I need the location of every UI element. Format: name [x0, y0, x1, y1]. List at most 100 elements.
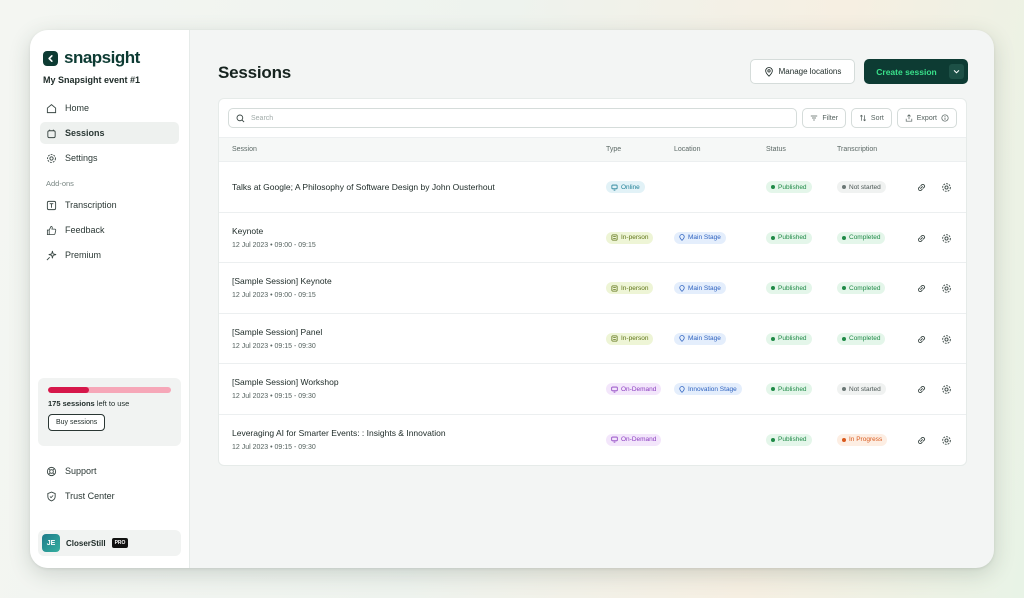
transcription-label: Not started [849, 385, 881, 393]
session-type-badge: In-person [606, 282, 654, 295]
status-label: Published [778, 234, 807, 242]
session-title[interactable]: [Sample Session] Keynote [232, 276, 332, 286]
filter-button[interactable]: Filter [802, 108, 846, 128]
export-label: Export [916, 114, 937, 122]
link-icon[interactable] [916, 334, 927, 345]
transcription-label: Completed [849, 234, 881, 242]
export-icon [905, 114, 912, 122]
chevron-down-icon[interactable] [949, 64, 964, 79]
event-name[interactable]: My Snapsight event #1 [43, 75, 179, 85]
status-badge: Published [766, 433, 812, 446]
transcription-badge: Not started [837, 181, 886, 193]
link-icon[interactable] [916, 182, 927, 193]
user-account[interactable]: JE CloserStill PRO [38, 530, 181, 556]
table-row[interactable]: [Sample Session] Panel 12 Jul 2023 • 09:… [219, 314, 966, 365]
transcription-dot [842, 286, 846, 291]
usage-suffix: left to use [96, 399, 130, 408]
gear-icon[interactable] [941, 384, 952, 395]
transcription-label: In Progress [849, 436, 883, 444]
column-header-session[interactable]: Session [232, 146, 257, 153]
manage-locations-label: Manage locations [778, 67, 842, 76]
status-dot [771, 437, 775, 442]
session-title[interactable]: Talks at Google; A Philosophy of Softwar… [232, 182, 495, 192]
gear-icon[interactable] [941, 435, 952, 446]
session-title[interactable]: Leveraging AI for Smarter Events: : Insi… [232, 428, 446, 438]
sidebar-item-transcription[interactable]: Transcription [40, 194, 179, 216]
gear-icon [47, 153, 56, 163]
type-icon [611, 234, 618, 241]
table-row[interactable]: [Sample Session] Workshop 12 Jul 2023 • … [219, 364, 966, 415]
sidebar-item-settings[interactable]: Settings [40, 147, 179, 169]
gear-icon[interactable] [941, 182, 952, 193]
status-dot [771, 336, 775, 341]
create-session-button[interactable]: Create session [864, 59, 968, 84]
type-icon [611, 184, 618, 191]
sidebar-item-label: Premium [65, 250, 102, 260]
search-placeholder: Search [251, 114, 274, 122]
status-badge: Published [766, 282, 812, 295]
search-input[interactable]: Search [228, 108, 798, 128]
pro-badge: PRO [111, 538, 129, 548]
sidebar-item-label: Feedback [65, 225, 105, 235]
usage-count: 175 sessions [48, 399, 95, 408]
logo-text: snapsight [64, 48, 140, 67]
location-badge: Main Stage [674, 282, 726, 295]
type-icon [611, 386, 618, 393]
column-header-transcription[interactable]: Transcription [837, 146, 877, 153]
sparkle-icon [46, 250, 57, 260]
table-row[interactable]: [Sample Session] Keynote 12 Jul 2023 • 0… [219, 263, 966, 314]
status-dot [771, 235, 775, 240]
gear-icon[interactable] [941, 233, 952, 244]
table-row[interactable]: Leveraging AI for Smarter Events: : Insi… [219, 415, 966, 465]
type-icon [611, 437, 618, 443]
sidebar-item-sessions[interactable]: Sessions [40, 122, 179, 144]
session-title[interactable]: [Sample Session] Workshop [232, 377, 339, 387]
bottom-nav: Support Trust Center [40, 460, 180, 510]
session-type-label: In-person [621, 335, 649, 343]
column-header-status[interactable]: Status [766, 146, 786, 153]
sidebar-item-label: Settings [65, 153, 98, 163]
logo[interactable]: snapsight [43, 48, 179, 68]
sidebar-item-home[interactable]: Home [40, 97, 179, 119]
sidebar-item-label: Sessions [65, 128, 105, 138]
session-title[interactable]: Keynote [232, 226, 263, 236]
transcription-icon [46, 200, 57, 210]
sort-button[interactable]: Sort [850, 108, 892, 128]
table-body: Talks at Google; A Philosophy of Softwar… [219, 162, 966, 465]
link-icon[interactable] [916, 233, 927, 244]
table-row[interactable]: Keynote 12 Jul 2023 • 09:00 - 09:15 In-p… [219, 213, 966, 264]
sort-label: Sort [870, 114, 884, 122]
main-nav: Home Sessions Settings Add-ons Transcrip… [40, 97, 179, 266]
status-badge: Published [766, 332, 812, 345]
sidebar-item-feedback[interactable]: Feedback [40, 219, 179, 241]
export-button[interactable]: Export [896, 108, 957, 128]
table-row[interactable]: Talks at Google; A Philosophy of Softwar… [219, 162, 966, 213]
location-pin-icon [679, 284, 685, 292]
location-pin-icon [679, 234, 685, 241]
transcription-badge: Not started [837, 383, 886, 396]
status-dot [771, 185, 775, 189]
type-icon [611, 335, 618, 342]
session-title[interactable]: [Sample Session] Panel [232, 327, 322, 337]
avatar: JE [42, 534, 60, 552]
location-label: Main Stage [688, 234, 721, 242]
gear-icon[interactable] [941, 334, 952, 345]
session-type-badge: Online [606, 181, 645, 193]
sidebar-item-premium[interactable]: Premium [40, 244, 179, 266]
sidebar-item-support[interactable]: Support [40, 460, 180, 482]
gear-icon[interactable] [941, 283, 952, 294]
location-badge: Main Stage [674, 332, 726, 345]
column-header-location[interactable]: Location [674, 146, 700, 153]
link-icon[interactable] [916, 435, 927, 446]
column-header-type[interactable]: Type [606, 146, 621, 153]
location-label: Main Stage [688, 335, 721, 343]
sidebar-item-trust-center[interactable]: Trust Center [40, 485, 180, 507]
page-title: Sessions [218, 63, 292, 82]
session-type-badge: In-person [606, 332, 654, 345]
manage-locations-button[interactable]: Manage locations [750, 59, 855, 84]
link-icon[interactable] [916, 283, 927, 294]
location-label: Main Stage [688, 284, 721, 292]
buy-sessions-button[interactable]: Buy sessions [48, 414, 106, 431]
link-icon[interactable] [916, 384, 927, 395]
transcription-badge: In Progress [837, 433, 888, 446]
